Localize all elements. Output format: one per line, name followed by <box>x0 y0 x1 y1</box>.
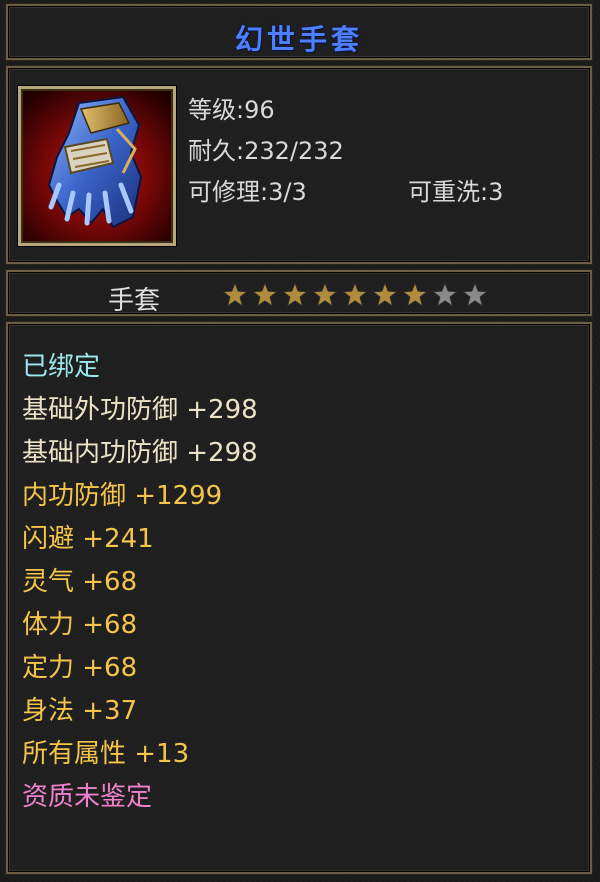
star-filled-icon <box>341 281 369 308</box>
title-bar: 幻世手套 <box>5 3 593 61</box>
attribute-line: 体力 +68 <box>22 610 138 640</box>
attribute-line: 资质未鉴定 <box>22 782 153 812</box>
attribute-line: 所有属性 +13 <box>22 739 190 769</box>
star-empty-icon <box>431 281 459 308</box>
gauntlet-icon <box>18 86 176 246</box>
star-filled-icon <box>371 281 399 308</box>
star-filled-icon <box>251 281 279 308</box>
attribute-line: 身法 +37 <box>22 696 138 726</box>
star-filled-icon <box>221 281 249 308</box>
rewashable-line: 可重洗:3 <box>408 178 504 206</box>
star-filled-icon <box>401 281 429 308</box>
star-filled-icon <box>311 281 339 308</box>
star-empty-icon <box>461 281 489 308</box>
attribute-line: 内功防御 +1299 <box>22 481 223 511</box>
attribute-line: 已绑定 <box>22 352 101 382</box>
attribute-line: 定力 +68 <box>22 653 138 683</box>
item-type: 手套 <box>108 286 161 316</box>
attribute-line: 基础外功防御 +298 <box>22 395 258 425</box>
attribute-line: 灵气 +68 <box>22 567 138 597</box>
level-line: 等级:96 <box>188 96 275 124</box>
repairable-line: 可修理:3/3 <box>188 178 307 206</box>
durability-line: 耐久:232/232 <box>188 137 344 165</box>
item-tooltip: 幻世手套 等级:96 耐久:232/232 可修理:3/3 可重洗:3 手套 已… <box>0 0 600 882</box>
item-info-panel: 等级:96 耐久:232/232 可修理:3/3 可重洗:3 <box>5 65 593 265</box>
item-type-bar: 手套 <box>5 269 593 317</box>
attribute-panel: 已绑定基础外功防御 +298 基础内功防御 +298 内功防御 +1299 闪避 +2… <box>5 321 593 875</box>
star-filled-icon <box>281 281 309 308</box>
item-name: 幻世手套 <box>234 23 363 56</box>
attribute-line: 闪避 +241 <box>22 524 154 554</box>
gauntlet-icon-graphic <box>47 95 143 229</box>
attribute-line: 基础内功防御 +298 <box>22 438 258 468</box>
